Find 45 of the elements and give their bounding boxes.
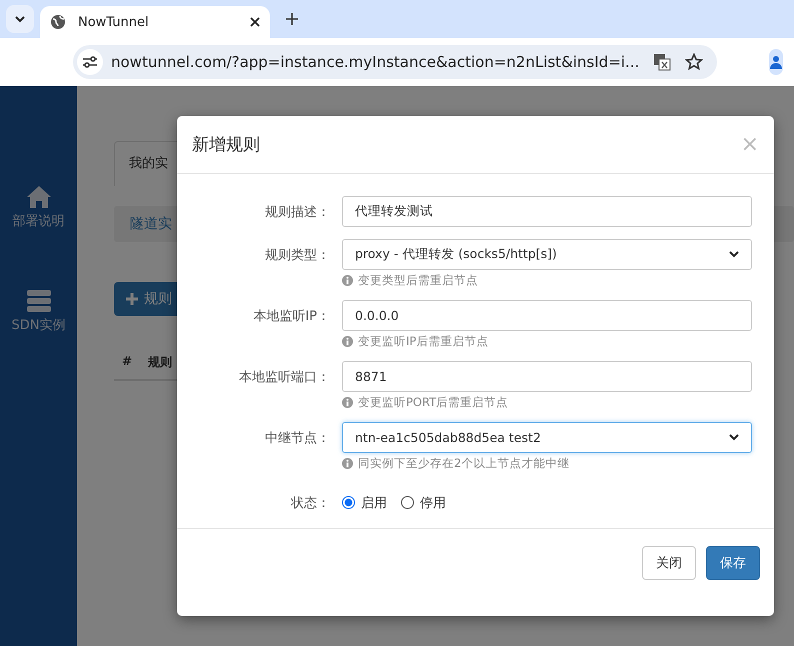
home-icon[interactable] — [26, 186, 50, 208]
globe-icon — [50, 14, 66, 30]
column-header: # — [122, 354, 132, 370]
profile-avatar[interactable] — [769, 49, 784, 75]
info-icon — [342, 458, 353, 469]
radio-label[interactable]: 停用 — [420, 494, 446, 512]
radio-button[interactable] — [342, 496, 355, 509]
info-icon — [342, 336, 353, 347]
input-field[interactable]: 0.0.0.0 — [342, 300, 752, 331]
save-button[interactable]: 保存 — [706, 546, 760, 580]
url-text: nowtunnel.com/?app=instance.myInstance&action=n2nList&insId=i... — [111, 53, 640, 71]
input-field[interactable]: 代理转发测试 — [342, 196, 752, 227]
browser-tab[interactable]: NowTunnel — [40, 6, 270, 38]
hint-text: 变更监听PORT后需重启节点 — [358, 395, 508, 410]
close-icon[interactable] — [250, 17, 260, 27]
radio-button[interactable] — [401, 496, 414, 509]
field-label: 规则描述： — [264, 204, 330, 222]
address-bar[interactable]: nowtunnel.com/?app=instance.myInstance&action=n2nList&insId=i... — [73, 45, 718, 79]
star-icon[interactable] — [685, 53, 704, 71]
hint-text: 同实例下至少存在2个以上节点才能中继 — [358, 456, 570, 471]
field-label: 状态： — [290, 495, 330, 512]
column-header: 规则 — [148, 354, 172, 371]
field-label: 本地监听端口： — [238, 369, 330, 387]
select-field[interactable]: proxy - 代理转发 (socks5/http[s]) — [342, 239, 752, 270]
select-field[interactable]: ntn-ea1c505dab88d5ea test2 — [342, 422, 752, 453]
chevron-down-icon — [729, 434, 739, 441]
field-label: 本地监听IP： — [252, 308, 330, 326]
radio-label[interactable]: 启用 — [361, 494, 387, 512]
plus-icon — [126, 293, 138, 305]
site-settings-icon[interactable] — [82, 56, 98, 68]
input-field[interactable]: 8871 — [342, 361, 752, 392]
tab-title: NowTunnel — [78, 14, 150, 30]
hint-text: 变更类型后需重启节点 — [358, 273, 478, 288]
tab-menu-button[interactable] — [6, 5, 34, 33]
info-icon — [342, 397, 353, 408]
translate-icon[interactable] — [653, 53, 672, 71]
close-button[interactable]: 关闭 — [642, 546, 696, 580]
new-tab-icon[interactable] — [286, 13, 298, 25]
info-icon — [342, 275, 353, 286]
hint-text: 变更监听IP后需重启节点 — [358, 334, 488, 349]
field-label: 中继节点： — [264, 430, 330, 448]
field-label: 规则类型： — [264, 247, 330, 265]
chevron-down-icon — [729, 251, 739, 258]
server-icon[interactable] — [26, 290, 50, 312]
chevron-down-icon — [14, 15, 26, 23]
